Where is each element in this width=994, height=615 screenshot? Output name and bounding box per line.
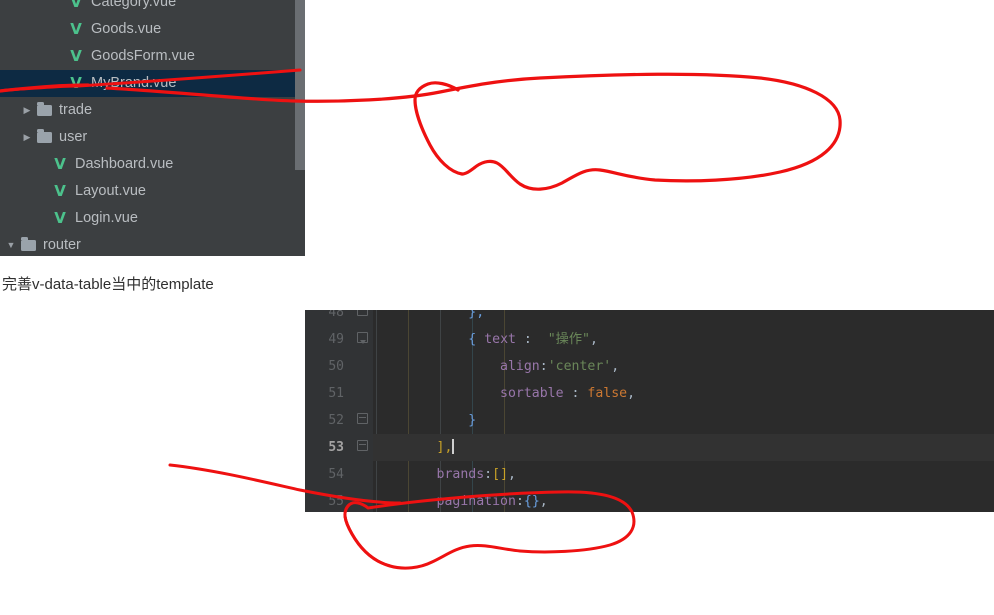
line-number: 50 <box>328 359 344 374</box>
line-number: 54 <box>328 467 344 482</box>
tree-item-router[interactable]: router <box>0 232 305 256</box>
code-line[interactable]: brands:[], <box>373 461 994 488</box>
twisty-icon[interactable] <box>4 232 18 256</box>
tree-item-user[interactable]: user <box>0 124 305 151</box>
code-line[interactable]: sortable : false, <box>373 380 994 407</box>
code-line[interactable]: ], <box>373 434 994 461</box>
folder-icon <box>20 236 36 251</box>
line-number: 55 <box>328 494 344 509</box>
tree-item-label: Goods.vue <box>91 21 162 37</box>
top-project-tree[interactable]: V Category.vue V Goods.vue V GoodsForm.vue V My… <box>0 0 305 256</box>
tree-item-trade[interactable]: trade <box>0 97 305 124</box>
tree-item-layout-vue[interactable]: V Layout.vue <box>0 178 305 205</box>
vue-file-icon: V <box>54 208 66 227</box>
twisty-icon[interactable] <box>20 97 34 124</box>
code-line[interactable]: } <box>373 407 994 434</box>
fold-marker-icon[interactable] <box>357 440 368 451</box>
vue-file-icon: V <box>70 46 82 65</box>
tree-item-login-vue[interactable]: V Login.vue <box>0 205 305 232</box>
tree-item-goods-vue[interactable]: V Goods.vue <box>0 16 305 43</box>
vue-file-icon: V <box>70 73 82 92</box>
code-line[interactable]: pagination:{}, <box>373 488 994 512</box>
tree-item-label: MyBrand.vue <box>91 75 177 91</box>
vue-file-icon: V <box>54 154 66 173</box>
line-number: 51 <box>328 386 344 401</box>
tree-item-dashboard-vue[interactable]: V Dashboard.vue <box>0 151 305 178</box>
line-number: 53 <box>328 440 344 455</box>
line-number: 52 <box>328 413 344 428</box>
fold-marker-icon[interactable] <box>357 332 368 344</box>
tree-item-label: Category.vue <box>91 0 177 10</box>
fold-marker-icon[interactable] <box>357 413 368 424</box>
caption-text: 完善v-data-table当中的template <box>2 275 214 293</box>
tree-item-mybrand-vue[interactable]: V MyBrand.vue <box>0 70 305 97</box>
folder-icon <box>36 101 52 116</box>
tree-item-label: Login.vue <box>75 210 138 226</box>
line-number: 49 <box>328 332 344 347</box>
screenshot-root: V Category.vue V Goods.vue V GoodsForm.vue V My… <box>0 0 994 615</box>
code-line[interactable]: align:'center', <box>373 353 994 380</box>
tree-item-label: trade <box>59 102 93 118</box>
folder-icon <box>36 128 52 143</box>
tree-item-label: user <box>59 129 88 145</box>
tree-item-goodsform-vue[interactable]: V GoodsForm.vue <box>0 43 305 70</box>
tree-item-label: Dashboard.vue <box>75 156 174 172</box>
tree-item-label: GoodsForm.vue <box>91 48 195 64</box>
code-line[interactable]: { text : "操作", <box>373 326 994 353</box>
twisty-icon[interactable] <box>20 124 34 151</box>
tree-item-category-vue[interactable]: V Category.vue <box>0 0 305 16</box>
vue-file-icon: V <box>70 19 82 38</box>
top-tree-scrollbar[interactable] <box>295 0 305 170</box>
caption-strip: 完善v-data-table当中的template <box>0 256 994 310</box>
tree-item-label: Layout.vue <box>75 183 146 199</box>
tree-item-label: router <box>43 237 81 253</box>
vue-file-icon: V <box>54 181 66 200</box>
vue-file-icon: V <box>70 0 82 11</box>
